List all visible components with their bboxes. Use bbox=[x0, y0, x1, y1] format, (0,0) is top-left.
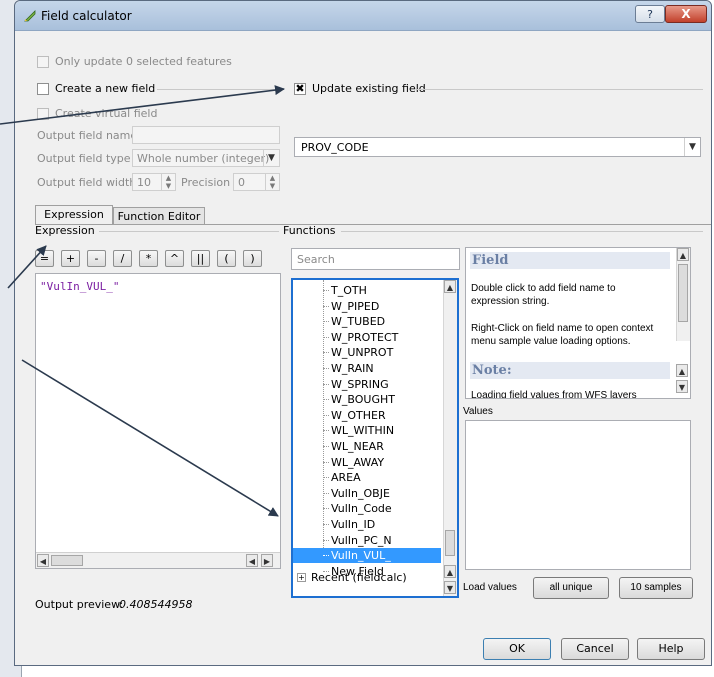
arrow-to-update-existing bbox=[0, 85, 285, 125]
arrow-to-operator-bar bbox=[7, 245, 47, 289]
annotation-arrows bbox=[0, 85, 285, 517]
arrow-to-field-item bbox=[21, 359, 279, 517]
